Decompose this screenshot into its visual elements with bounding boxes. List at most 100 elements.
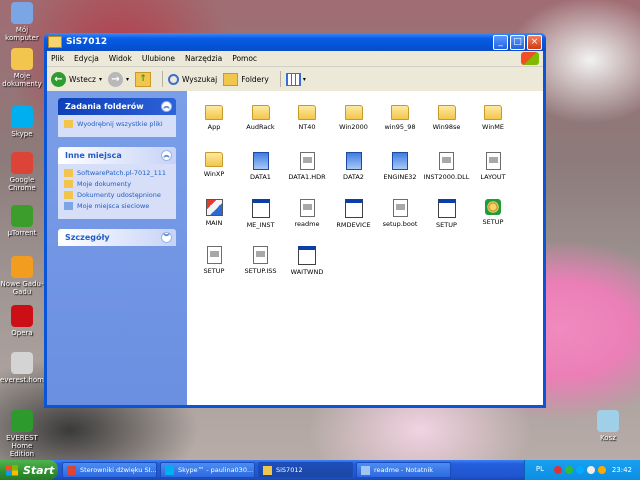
folder-item[interactable]: AudRack xyxy=(237,105,285,131)
folder-icon xyxy=(298,105,316,120)
task-link[interactable]: SoftwarePatch.pl-7012_111 xyxy=(64,169,170,177)
collapse-icon[interactable]: ︽ xyxy=(161,101,172,112)
start-button[interactable]: Start xyxy=(0,460,58,480)
folder-tasks-header[interactable]: Zadania folderów ︽ xyxy=(58,98,176,115)
close-button[interactable]: × xyxy=(527,34,542,50)
toolbar-separator xyxy=(161,71,163,87)
views-button[interactable]: ▾ xyxy=(285,72,306,86)
taskbar-button-label: Sterowniki dźwięku SI... xyxy=(80,466,157,474)
desktop-icon[interactable]: Opera xyxy=(0,305,44,337)
folder-item[interactable]: Win98se xyxy=(423,105,471,131)
menu-item[interactable]: Pomoc xyxy=(232,54,257,63)
file-item[interactable]: WAITWND xyxy=(283,246,331,276)
menu-item[interactable]: Narzędzia xyxy=(185,54,222,63)
folder-item[interactable]: NT40 xyxy=(283,105,331,131)
file-item[interactable]: LAYOUT xyxy=(469,152,517,181)
network-icon[interactable] xyxy=(597,466,606,474)
file-item[interactable]: MAIN xyxy=(190,199,238,227)
file-item[interactable]: DATA1 xyxy=(237,152,285,181)
dropdown-arrow-icon[interactable]: ▾ xyxy=(303,76,306,83)
taskbar-button[interactable]: Sterowniki dźwięku SI... xyxy=(62,462,157,478)
folders-button[interactable]: Foldery xyxy=(223,72,269,86)
desktop-icon[interactable]: µTorrent xyxy=(0,205,44,237)
skype-tray-icon[interactable] xyxy=(575,466,584,474)
setup-icon xyxy=(392,152,408,170)
opera-icon xyxy=(11,305,33,327)
utorrent-tray-icon[interactable] xyxy=(564,466,573,474)
desktop-icon[interactable]: Skype xyxy=(0,106,44,138)
file-item[interactable]: DATA1.HDR xyxy=(283,152,331,181)
dropdown-arrow-icon[interactable]: ▾ xyxy=(126,76,129,83)
file-name: Win98se xyxy=(432,123,461,131)
search-button[interactable]: Wyszukaj xyxy=(167,73,217,85)
file-item[interactable]: ME_INST xyxy=(237,199,285,229)
volume-icon[interactable] xyxy=(586,466,595,474)
file-item[interactable]: INST2000.DLL xyxy=(423,152,471,181)
taskbar-button[interactable]: Skype™ - paulina030... xyxy=(160,462,255,478)
taskbar-button[interactable]: SiS7012 xyxy=(258,462,353,478)
desktop-icon[interactable]: EVEREST Home Edition xyxy=(0,410,44,458)
folder-item[interactable]: Win2000 xyxy=(330,105,378,131)
dropdown-arrow-icon[interactable]: ▾ xyxy=(99,76,102,83)
task-link[interactable]: Moje miejsca sieciowe xyxy=(64,202,170,210)
desktop-icon[interactable]: Mój komputer xyxy=(0,2,44,42)
file-name: MAIN xyxy=(205,219,223,227)
clock[interactable]: 23:42 xyxy=(612,466,632,474)
task-link[interactable]: Moje dokumenty xyxy=(64,180,170,188)
file-item[interactable]: ENGINE32 xyxy=(376,152,424,181)
window-body: Plik Edycja Widok Ulubione Narzędzia Pomoc ← … xyxy=(47,51,543,405)
folders-label: Foldery xyxy=(241,74,269,84)
file-item[interactable]: SETUP xyxy=(190,246,238,275)
collapse-icon[interactable]: ︽ xyxy=(161,150,172,161)
maximize-button[interactable]: □ xyxy=(510,34,525,50)
forward-button[interactable]: → ▾ xyxy=(107,71,129,87)
taskbar-button[interactable]: readme - Notatnik xyxy=(356,462,451,478)
file-name: DATA2 xyxy=(343,173,364,181)
file-item[interactable]: SETUP xyxy=(469,199,517,226)
skype-icon xyxy=(165,465,174,475)
folder-item[interactable]: win95_98 xyxy=(376,105,424,131)
desktop-icon[interactable]: Kosz xyxy=(586,410,630,442)
desktop-icon-label: Mój komputer xyxy=(5,26,39,42)
title-bar[interactable]: SiS7012 _ □ × xyxy=(44,33,546,51)
file-name: DATA1 xyxy=(250,173,271,181)
language-indicator[interactable]: PL xyxy=(536,465,544,473)
file-name: App xyxy=(207,123,221,131)
desktop-icon[interactable]: Google Chrome xyxy=(0,152,44,192)
file-item[interactable]: readme xyxy=(283,199,331,228)
menu-item[interactable]: Plik xyxy=(51,54,64,63)
toolbar: ← Wstecz ▾ → ▾ ↑ Wyszukaj Foldery ▾ xyxy=(47,67,543,92)
menu-item[interactable]: Widok xyxy=(109,54,132,63)
folder-item[interactable]: App xyxy=(190,105,238,131)
file-item[interactable]: SETUP xyxy=(423,199,471,229)
gear-icon xyxy=(485,199,501,215)
menu-item[interactable]: Edycja xyxy=(74,54,99,63)
file-name: win95_98 xyxy=(384,123,416,131)
folder-item[interactable]: WinME xyxy=(469,105,517,131)
window-title: SiS7012 xyxy=(66,37,108,47)
desktop-icon[interactable]: Moje dokumenty xyxy=(0,48,44,88)
minimize-button[interactable]: _ xyxy=(493,34,508,50)
expand-icon[interactable]: ︾ xyxy=(161,232,172,243)
folder-item[interactable]: WinXP xyxy=(190,152,238,178)
task-link[interactable]: Dokumenty udostępnione xyxy=(64,191,170,199)
notepad-icon xyxy=(361,465,370,475)
menu-item[interactable]: Ulubione xyxy=(142,54,175,63)
toolbar-separator xyxy=(279,71,281,87)
desktop-icon[interactable]: Nowe Gadu-Gadu xyxy=(0,256,44,296)
other-places-header[interactable]: Inne miejsca ︽ xyxy=(58,147,176,164)
folder-icon xyxy=(344,105,363,120)
up-folder-button[interactable]: ↑ xyxy=(134,71,151,87)
security-icon[interactable] xyxy=(553,466,562,474)
back-button[interactable]: ← Wstecz ▾ xyxy=(51,71,102,87)
appwin-icon xyxy=(251,199,270,218)
details-header[interactable]: Szczegóły ︾ xyxy=(58,229,176,246)
file-item[interactable]: DATA2 xyxy=(330,152,378,181)
file-item[interactable]: SETUP.ISS xyxy=(237,246,285,275)
file-item[interactable]: setup.boot xyxy=(376,199,424,228)
folder-icon xyxy=(251,105,270,120)
file-item[interactable]: RMDEVICE xyxy=(330,199,378,229)
desktop-icon[interactable]: everest.hom... xyxy=(0,352,51,384)
task-link[interactable]: Wyodrębnij wszystkie pliki xyxy=(64,120,170,128)
file-name: ENGINE32 xyxy=(383,173,417,181)
